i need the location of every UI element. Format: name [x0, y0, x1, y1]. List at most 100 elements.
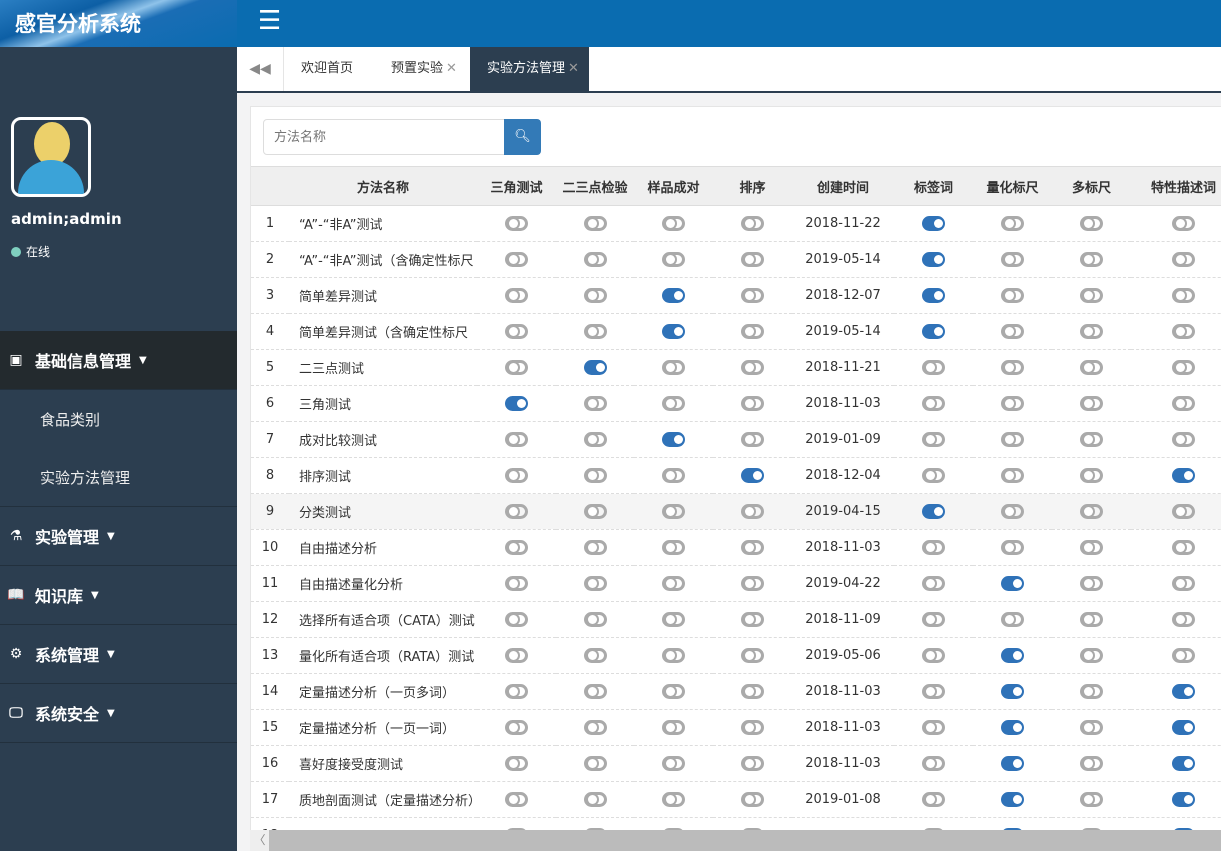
toggle-switch[interactable]	[922, 324, 945, 339]
toggle-switch[interactable]	[1080, 288, 1103, 303]
toggle-switch[interactable]	[1080, 756, 1103, 771]
toggle-switch[interactable]	[662, 540, 685, 555]
toggle-switch[interactable]	[505, 396, 528, 411]
tab-preset-experiment[interactable]: 预置实验 ✕	[391, 47, 457, 91]
toggle-switch[interactable]	[583, 216, 607, 231]
toggle-switch[interactable]	[741, 432, 764, 447]
toggle-switch[interactable]	[1172, 720, 1195, 735]
toggle-switch[interactable]	[1001, 252, 1024, 267]
sidebar-group-system[interactable]: ⚙ 系统管理 ▼	[0, 625, 237, 684]
toggle-switch[interactable]	[505, 720, 528, 735]
toggle-switch[interactable]	[922, 684, 945, 699]
toggle-switch[interactable]	[922, 612, 945, 627]
tab-welcome[interactable]: 欢迎首页	[301, 47, 353, 91]
toggle-switch[interactable]	[1080, 576, 1103, 591]
toggle-switch[interactable]	[1172, 252, 1195, 267]
toggle-switch[interactable]	[922, 720, 945, 735]
toggle-switch[interactable]	[662, 396, 685, 411]
toggle-switch[interactable]	[583, 288, 607, 303]
toggle-switch[interactable]	[1001, 216, 1024, 231]
toggle-switch[interactable]	[1001, 720, 1024, 735]
toggle-switch[interactable]	[1001, 576, 1024, 591]
toggle-switch[interactable]	[505, 288, 528, 303]
search-button[interactable]: 🔍︎	[504, 119, 541, 155]
toggle-switch[interactable]	[662, 288, 685, 303]
table-row[interactable]: 11 自由描述量化分析 2019-04-22	[251, 565, 1221, 602]
table-row[interactable]: 16 喜好度接受度测试 2018-11-03	[251, 745, 1221, 782]
toggle-switch[interactable]	[741, 504, 764, 519]
toggle-switch[interactable]	[583, 432, 607, 447]
toggle-switch[interactable]	[1080, 612, 1103, 627]
toggle-switch[interactable]	[583, 468, 607, 483]
toggle-switch[interactable]	[505, 252, 528, 267]
toggle-switch[interactable]	[1001, 360, 1024, 375]
sidebar-item-method-management[interactable]: 实验方法管理	[0, 448, 237, 506]
method-name-search-input[interactable]	[263, 119, 505, 155]
toggle-switch[interactable]	[583, 684, 607, 699]
toggle-switch[interactable]	[1080, 432, 1103, 447]
toggle-switch[interactable]	[922, 468, 945, 483]
toggle-switch[interactable]	[1080, 252, 1103, 267]
toggle-switch[interactable]	[741, 576, 764, 591]
toggle-switch[interactable]	[583, 324, 607, 339]
toggle-switch[interactable]	[1001, 504, 1024, 519]
toggle-switch[interactable]	[922, 792, 945, 807]
toggle-switch[interactable]	[1172, 288, 1195, 303]
toggle-switch[interactable]	[922, 396, 945, 411]
table-row[interactable]: 13 量化所有适合项（RATA）测试 2019-05-06	[251, 637, 1221, 674]
toggle-switch[interactable]	[505, 432, 528, 447]
toggle-switch[interactable]	[662, 756, 685, 771]
sidebar-group-experiment[interactable]: ⚗ 实验管理 ▼	[0, 507, 237, 566]
toggle-switch[interactable]	[1080, 720, 1103, 735]
toggle-switch[interactable]	[741, 288, 764, 303]
toggle-switch[interactable]	[1001, 684, 1024, 699]
toggle-switch[interactable]	[741, 540, 764, 555]
menu-toggle-icon[interactable]: ☰	[258, 6, 281, 36]
toggle-switch[interactable]	[505, 648, 528, 663]
table-row[interactable]: 1 “A”-“非A”测试 2018-11-22	[251, 205, 1221, 242]
toggle-switch[interactable]	[1001, 792, 1024, 807]
toggle-switch[interactable]	[1080, 648, 1103, 663]
toggle-switch[interactable]	[1001, 612, 1024, 627]
toggle-switch[interactable]	[1001, 396, 1024, 411]
table-row[interactable]: 17 质地剖面测试（定量描述分析） 2019-01-08	[251, 781, 1221, 818]
toggle-switch[interactable]	[1080, 792, 1103, 807]
toggle-switch[interactable]	[662, 252, 685, 267]
toggle-switch[interactable]	[662, 324, 685, 339]
table-row[interactable]: 2 “A”-“非A”测试（含确定性标尺 2019-05-14	[251, 241, 1221, 278]
toggle-switch[interactable]	[1080, 504, 1103, 519]
toggle-switch[interactable]	[922, 252, 945, 267]
toggle-switch[interactable]	[1172, 684, 1195, 699]
toggle-switch[interactable]	[505, 612, 528, 627]
toggle-switch[interactable]	[505, 576, 528, 591]
toggle-switch[interactable]	[662, 360, 685, 375]
toggle-switch[interactable]	[662, 792, 685, 807]
toggle-switch[interactable]	[741, 324, 764, 339]
toggle-switch[interactable]	[1172, 324, 1195, 339]
toggle-switch[interactable]	[505, 504, 528, 519]
toggle-switch[interactable]	[741, 720, 764, 735]
toggle-switch[interactable]	[1001, 648, 1024, 663]
toggle-switch[interactable]	[583, 396, 607, 411]
toggle-switch[interactable]	[1172, 612, 1195, 627]
toggle-switch[interactable]	[662, 720, 685, 735]
toggle-switch[interactable]	[505, 468, 528, 483]
toggle-switch[interactable]	[1001, 756, 1024, 771]
toggle-switch[interactable]	[922, 288, 945, 303]
toggle-switch[interactable]	[662, 504, 685, 519]
table-row[interactable]: 14 定量描述分析（一页多词） 2018-11-03	[251, 673, 1221, 710]
table-row[interactable]: 5 二三点测试 2018-11-21	[251, 349, 1221, 386]
close-icon[interactable]: ✕	[568, 61, 579, 76]
toggle-switch[interactable]	[1172, 360, 1195, 375]
horizontal-scrollbar[interactable]: 〈	[250, 830, 1221, 851]
toggle-switch[interactable]	[662, 216, 685, 231]
toggle-switch[interactable]	[583, 720, 607, 735]
toggle-switch[interactable]	[741, 252, 764, 267]
toggle-switch[interactable]	[741, 612, 764, 627]
toggle-switch[interactable]	[1080, 684, 1103, 699]
toggle-switch[interactable]	[583, 504, 607, 519]
toggle-switch[interactable]	[741, 684, 764, 699]
toggle-switch[interactable]	[1080, 324, 1103, 339]
sidebar-item-food-category[interactable]: 食品类别	[0, 390, 237, 448]
table-row[interactable]: 3 简单差异测试 2018-12-07	[251, 277, 1221, 314]
